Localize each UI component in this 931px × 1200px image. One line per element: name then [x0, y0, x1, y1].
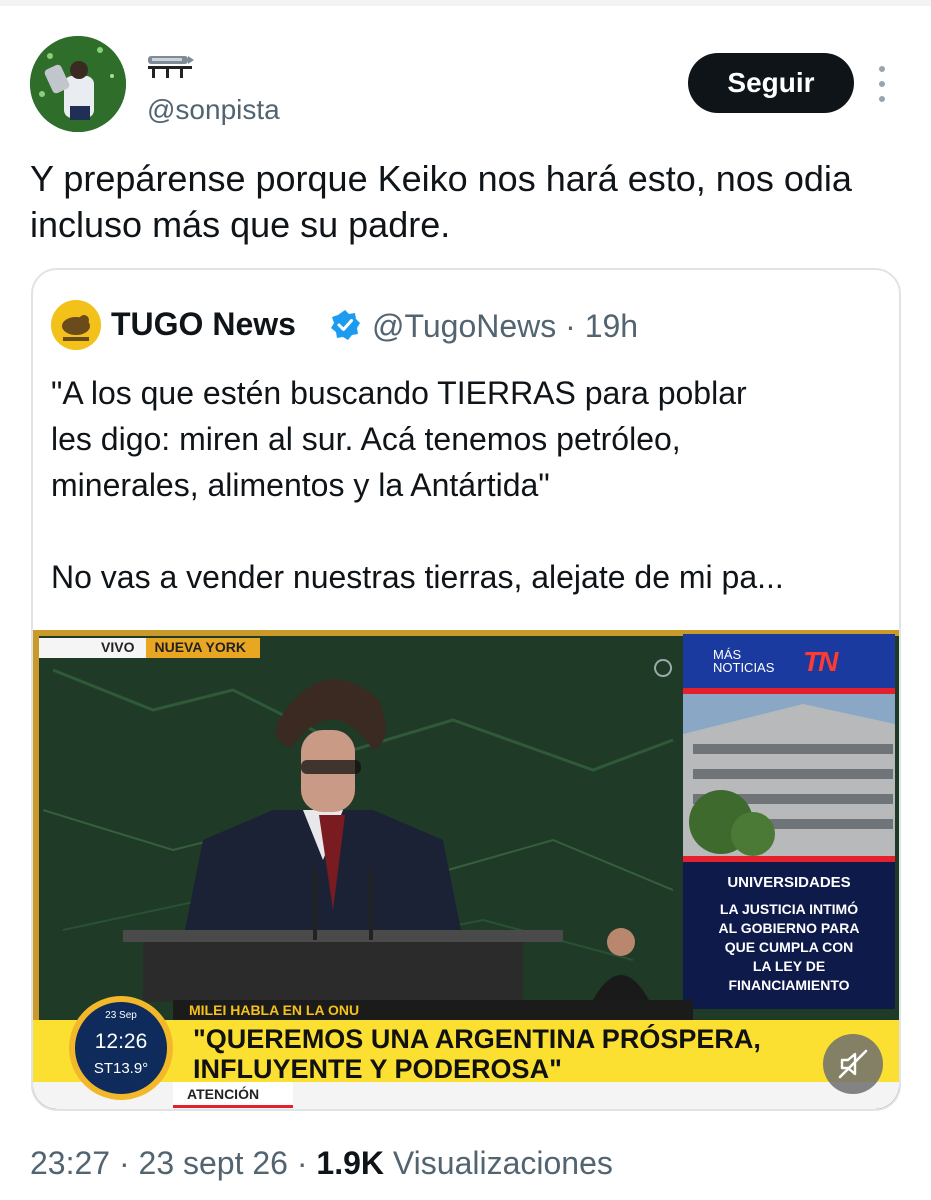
- follow-button[interactable]: Seguir: [688, 53, 854, 113]
- quoted-avatar[interactable]: [51, 300, 101, 350]
- volume-muted-icon[interactable]: [823, 1034, 883, 1094]
- kicker-text: MILEI HABLA EN LA ONU: [189, 1002, 360, 1018]
- tweet-meta: 23:27 · 23 sept 26 · 1.9K Visualizacione…: [30, 1145, 613, 1182]
- lower-third-kicker: MILEI HABLA EN LA ONU: [173, 1000, 693, 1022]
- city-label: NUEVA YORK: [146, 638, 261, 658]
- clock-temp: ST13.9°: [93, 1060, 149, 1077]
- quoted-handle-time[interactable]: @TugoNews · 19h: [372, 308, 638, 345]
- ticker-bar: [33, 1082, 899, 1109]
- separator: ·: [118, 1145, 130, 1181]
- separator: ·: [565, 308, 576, 344]
- more-options-icon[interactable]: [868, 66, 896, 102]
- tn-logo: TN: [803, 646, 838, 677]
- verified-badge-icon: [329, 309, 361, 341]
- attention-tag: ATENCIÓN: [173, 1082, 293, 1108]
- side-news-title: UNIVERSIDADES: [727, 874, 851, 891]
- clock-date: 23 Sep: [105, 1010, 137, 1021]
- quoted-time[interactable]: 19h: [585, 308, 638, 344]
- quoted-tweet-card[interactable]: TUGO News @TugoNews · 19h "A los que est…: [31, 268, 901, 1111]
- tweet-text: Y prepárense porque Keiko nos hará esto,…: [30, 158, 852, 245]
- views-count: 1.9K: [316, 1145, 384, 1181]
- quoted-text: "A los que estén buscando TIERRAS para p…: [51, 370, 891, 600]
- video-headline: "QUEREMOS UNA ARGENTINA PRÓSPERA, INFLUY…: [193, 1024, 761, 1084]
- author-handle[interactable]: @sonpista: [147, 94, 280, 126]
- clock-badge: 23 Sep 12:26 ST13.9°: [69, 996, 173, 1100]
- building-photo: [683, 694, 895, 856]
- display-name-emoji[interactable]: [146, 42, 196, 82]
- more-news-label: MÁS NOTICIAS: [713, 647, 775, 675]
- views-label: Visualizaciones: [392, 1145, 613, 1181]
- side-divider-2: [683, 856, 895, 862]
- quoted-handle[interactable]: @TugoNews: [372, 308, 556, 344]
- news-side-panel: MÁS NOTICIAS TN UNIVERSIDADES LA JUSTICI…: [683, 634, 895, 1009]
- side-panel-header: MÁS NOTICIAS TN: [683, 634, 895, 688]
- tweet-time[interactable]: 23:27: [30, 1145, 110, 1181]
- top-edge: [0, 0, 931, 6]
- quoted-text-truncated: No vas a vender nuestras tierras, alejat…: [51, 559, 784, 595]
- quoted-text-quote: "A los que estén buscando TIERRAS para p…: [51, 375, 747, 503]
- separator: ·: [296, 1145, 308, 1181]
- tweet-date[interactable]: 23 sept 26: [139, 1145, 288, 1181]
- video-player[interactable]: VIVO NUEVA YORK MÁS NOTICIAS TN UNIVERSI…: [33, 630, 899, 1109]
- side-news-body: LA JUSTICIA INTIMÓ AL GOBIERNO PARA QUE …: [718, 901, 860, 993]
- live-label: VIVO: [39, 638, 147, 658]
- clock-face: 23 Sep 12:26 ST13.9°: [75, 1002, 167, 1094]
- live-bar: VIVO NUEVA YORK: [39, 638, 261, 658]
- quoted-display-name[interactable]: TUGO News: [111, 306, 296, 343]
- clock-time: 12:26: [94, 1030, 148, 1053]
- attention-label: ATENCIÓN: [187, 1086, 260, 1102]
- avatar[interactable]: [30, 36, 126, 132]
